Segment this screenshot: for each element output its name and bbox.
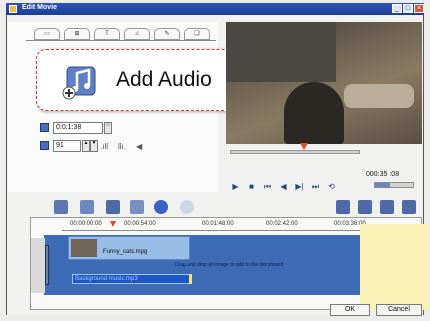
tab-effects[interactable]: ✎: [154, 28, 180, 40]
speaker-icon: [40, 141, 49, 150]
window-title: Edit Movie: [22, 4, 58, 11]
tab-text[interactable]: T: [94, 28, 120, 40]
tick-label: 00:02:42:00: [266, 221, 298, 227]
cancel-button[interactable]: Cancel: [376, 304, 422, 316]
track-header: [31, 238, 45, 293]
volume-slider-fill: [375, 183, 391, 187]
clock-icon: [40, 123, 49, 132]
clip-thumbnail: [71, 239, 97, 257]
add-text-icon[interactable]: [106, 200, 120, 214]
mute-icon[interactable]: ◀: [136, 142, 142, 151]
duration-control: 0:0:1:38 ⬦: [40, 122, 120, 134]
duration-field[interactable]: 0:0:1:38: [53, 122, 103, 134]
tab-divider: [26, 40, 216, 41]
seek-bar[interactable]: [230, 150, 360, 154]
track-volume-slider[interactable]: [45, 245, 49, 285]
audio-clip-end-handle[interactable]: [189, 274, 192, 284]
timeline-hint: Drag and drop an image to add to the sto…: [175, 262, 284, 268]
play-button[interactable]: ▶: [230, 182, 241, 192]
audio-clip-name: Background music.mp3: [75, 276, 138, 282]
tick-label: 00:00:54:00: [124, 221, 156, 227]
add-audio-label: Add Audio: [116, 68, 212, 91]
video-clip-name: Funny_cats.mpg: [103, 249, 148, 255]
preview-couch: [344, 84, 414, 108]
volume-slider[interactable]: [374, 182, 414, 188]
preview-wall: [226, 22, 336, 82]
go-start-button[interactable]: ⏮: [262, 182, 273, 192]
timecode: 000:35 :08: [366, 171, 400, 178]
tab-transition[interactable]: ⊞: [64, 28, 90, 40]
go-end-button[interactable]: ⏭: [310, 182, 321, 192]
volume-spinner-up[interactable]: ▲: [82, 140, 90, 152]
volume-control: 91 ▲ ▼ .ıll llı. ◀: [40, 140, 160, 152]
record-icon[interactable]: [154, 200, 168, 214]
tick-label: 00:00:00:00: [70, 221, 102, 227]
add-video-icon[interactable]: [54, 200, 68, 214]
fade-in-icon[interactable]: .ıll: [100, 142, 108, 151]
prev-frame-button[interactable]: ◀: [278, 182, 289, 192]
maximize-button[interactable]: □: [403, 4, 413, 13]
add-audio-tool-icon[interactable]: [130, 200, 144, 214]
close-button[interactable]: ×: [414, 4, 424, 13]
fade-out-icon[interactable]: llı.: [118, 142, 126, 151]
repeat-button[interactable]: ⟲: [326, 182, 337, 192]
title-bar: Edit Movie _ □ ×: [6, 3, 424, 15]
split-icon[interactable]: [336, 200, 350, 214]
video-clip[interactable]: Funny_cats.mpg: [68, 236, 190, 260]
volume-field[interactable]: 91: [53, 140, 81, 152]
audio-clip[interactable]: Background music.mp3: [72, 274, 192, 284]
zoom-icon[interactable]: [402, 200, 416, 214]
next-frame-button[interactable]: ▶|: [294, 182, 305, 192]
seek-marker[interactable]: [300, 143, 308, 150]
settings-icon[interactable]: [180, 200, 194, 214]
preview-person: [284, 82, 344, 144]
edit-movie-screen: Edit Movie _ □ × ▭ ⊞ T ♫ ✎ ❑ Add Audio 0…: [0, 0, 430, 321]
stop-button[interactable]: ■: [246, 182, 257, 192]
duration-spinner[interactable]: ⬦: [104, 122, 112, 134]
ok-button[interactable]: OK: [330, 304, 370, 316]
add-image-icon[interactable]: [80, 200, 94, 214]
timeline-playhead[interactable]: [110, 221, 116, 227]
tab-overlay[interactable]: ❑: [184, 28, 210, 40]
volume-spinner-down[interactable]: ▼: [90, 140, 98, 152]
tab-title[interactable]: ▭: [34, 28, 60, 40]
trim-icon[interactable]: [358, 200, 372, 214]
add-audio-icon: [62, 66, 96, 100]
minimize-button[interactable]: _: [392, 4, 402, 13]
tick-label: 00:01:48:00: [202, 221, 234, 227]
app-icon: [9, 5, 17, 13]
delete-icon[interactable]: [380, 200, 394, 214]
video-preview: [226, 22, 422, 144]
tab-audio[interactable]: ♫: [124, 28, 150, 40]
note-overlay: [360, 224, 428, 310]
